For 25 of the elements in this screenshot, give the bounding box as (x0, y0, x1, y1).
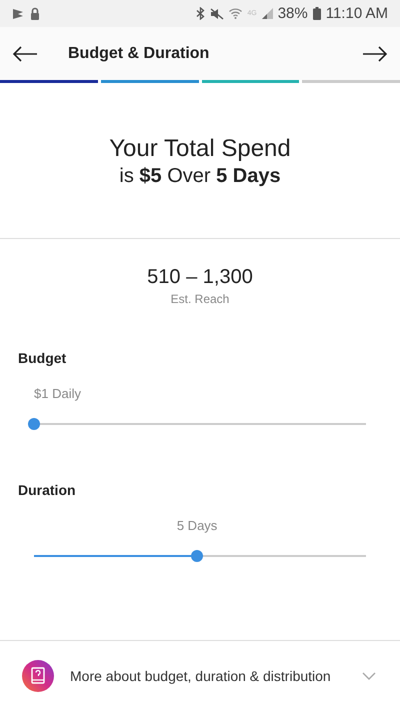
total-spend-detail: is $5 Over 5 Days (119, 165, 281, 188)
wifi-icon (229, 8, 242, 19)
battery-icon (312, 7, 321, 20)
slider-thumb[interactable] (190, 550, 203, 562)
reach-label: Est. Reach (170, 292, 230, 306)
slider-title: Duration (18, 482, 77, 498)
back-arrow-icon (12, 46, 38, 62)
lock-icon (30, 7, 40, 20)
forward-arrow-icon (362, 46, 388, 62)
screen-title: Budget & Duration (68, 44, 210, 62)
reach-estimate: 510 – 1,300 (147, 266, 253, 289)
slider-thumb[interactable] (28, 418, 40, 430)
bluetooth-icon (196, 7, 206, 20)
signal-icon (262, 8, 273, 19)
mute-icon (210, 8, 224, 20)
help-book-icon (22, 660, 54, 692)
info-row[interactable]: More about budget, duration & distribution (0, 640, 400, 711)
slider-value: $1 Daily (34, 386, 81, 401)
slider-value: 5 Days (176, 518, 218, 533)
clock: 11:10 AM (326, 5, 388, 22)
slider-title: Budget (18, 350, 68, 366)
info-text: More about budget, duration & distribution (70, 668, 332, 684)
battery-percent: 38% (278, 5, 308, 22)
notification-icon (12, 8, 24, 20)
total-spend-heading: Your Total Spend (109, 135, 291, 163)
